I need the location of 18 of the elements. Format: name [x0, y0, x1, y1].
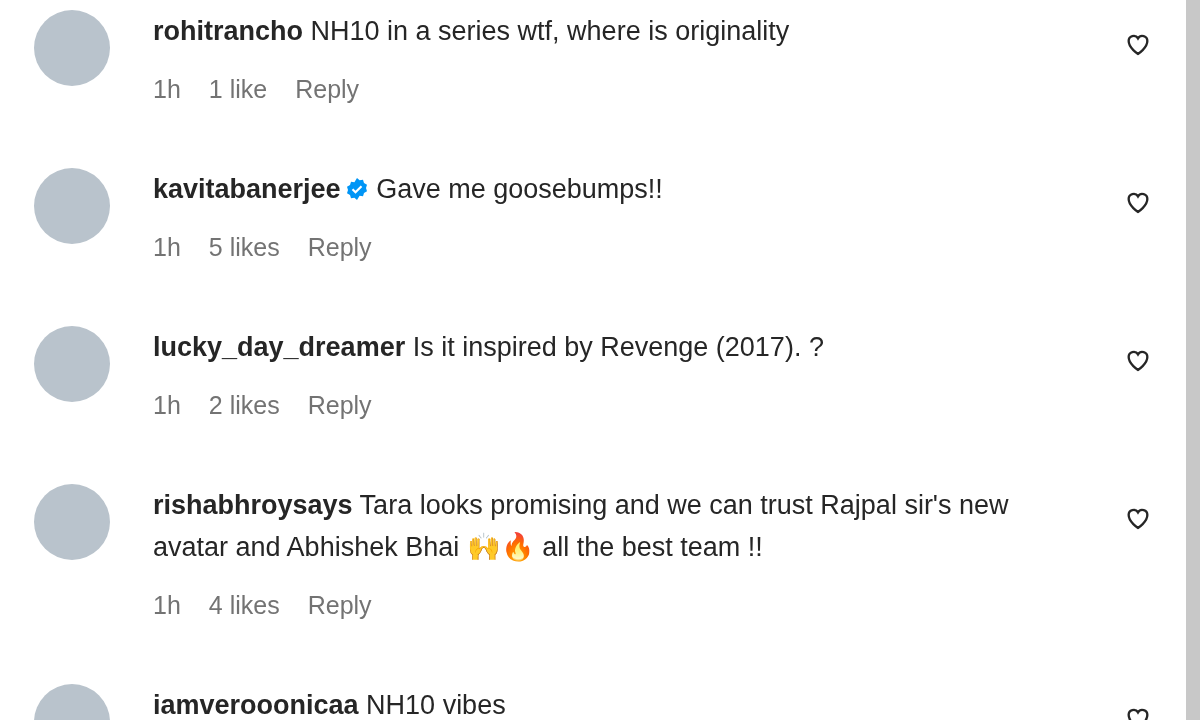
comment-time: 1h — [153, 390, 181, 421]
comment-text: rishabhroysays Tara looks promising and we can trust Rajpal sir's new avatar and Abhishek Bhai 🙌🔥 all the best team !! — [153, 489, 1010, 564]
comment-text: kavitabanerjee Gave me goosebumps!! — [153, 173, 664, 206]
reply-link[interactable]: Reply — [307, 226, 372, 268]
comment-time: 1h — [153, 232, 181, 263]
comment-text: iamverooonicaa NH10 vibes — [153, 689, 507, 720]
like-count[interactable]: 5 likes — [208, 226, 280, 268]
reply-link[interactable]: Reply — [307, 584, 372, 626]
like-count[interactable]: 4 likes — [208, 584, 280, 626]
comment-time: 1h — [153, 74, 181, 105]
reply-link[interactable]: Reply — [307, 384, 372, 426]
like-count[interactable]: 1 like — [208, 68, 268, 110]
comment-text: rohitrancho NH10 in a series wtf, where is originality — [153, 15, 791, 48]
reply-link[interactable]: Reply — [295, 68, 360, 110]
comment-time: 1h — [153, 590, 181, 621]
scrollbar[interactable] — [1186, 0, 1200, 720]
comment-text: lucky_day_dreamer Is it inspired by Revenge (2017). ? — [153, 331, 825, 364]
like-count[interactable]: 2 likes — [208, 384, 280, 426]
